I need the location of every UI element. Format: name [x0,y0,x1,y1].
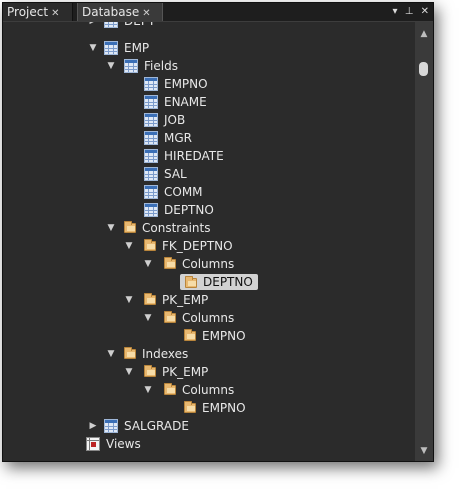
folder-icon [164,257,176,269]
fields-icon [124,59,138,73]
tab-database[interactable]: Database ✕ [77,3,163,21]
expanded-arrow-icon[interactable]: ▼ [142,309,154,327]
dropdown-menu-icon[interactable]: ▾ [392,6,397,17]
tree-field-item[interactable]: DEPTNO [144,201,216,219]
tree-node-pk-columns[interactable]: Columns [164,309,236,327]
collapsed-arrow-icon[interactable]: ▶ [87,22,99,30]
field-icon [144,77,158,91]
tree-field-item[interactable]: EMPNO [144,75,210,93]
expanded-arrow-icon[interactable]: ▼ [123,237,135,255]
tree-field-item[interactable]: SAL [144,165,189,183]
table-icon [104,41,118,55]
table-icon [104,22,118,28]
pin-icon[interactable]: ⊥ [405,6,414,17]
expanded-arrow-icon[interactable]: ▼ [123,291,135,309]
expanded-arrow-icon[interactable]: ▼ [105,345,117,363]
tree-node-fk-column-deptno[interactable]: DEPTNO [180,273,258,291]
expanded-arrow-icon[interactable]: ▼ [142,381,154,399]
tree-field-item[interactable]: MGR [144,129,194,147]
expanded-arrow-icon[interactable]: ▼ [87,39,99,57]
expanded-arrow-icon[interactable]: ▼ [123,363,135,381]
collapsed-arrow-icon[interactable]: ▶ [87,417,99,435]
tree-node-salgrade[interactable]: SALGRADE [104,417,191,435]
tree-node-fields[interactable]: Fields [124,57,180,75]
folder-icon [164,383,176,395]
database-explorer-window: Project✕ Database✕ ▾ ⊥ ✕ ▶ DEPT ▼ EMP ▼ … [2,2,434,462]
scroll-up-icon[interactable]: ▲ [415,26,433,42]
close-panel-icon[interactable]: ✕ [421,6,429,17]
field-icon [144,167,158,181]
expanded-arrow-icon[interactable]: ▼ [105,57,117,75]
tree-node-fk-deptno[interactable]: FK_DEPTNO [144,237,235,255]
field-icon [144,113,158,127]
close-icon[interactable]: ✕ [51,8,59,19]
tree-field-item[interactable]: COMM [144,183,205,201]
folder-icon [184,329,196,341]
selection-highlight: DEPTNO [180,274,258,290]
tab-bar: Project ✕ Database ✕ ▾ ⊥ ✕ [3,3,433,22]
tree-node-index-columns[interactable]: Columns [164,381,236,399]
folder-icon [185,276,197,288]
tab-project-label: Project [7,5,49,19]
tab-project[interactable]: Project ✕ [3,3,73,21]
field-icon [144,95,158,109]
views-icon [86,437,100,451]
folder-icon [144,239,156,251]
tree-node-fk-columns[interactable]: Columns [164,255,236,273]
folder-icon [184,401,196,413]
field-icon [144,203,158,217]
tree-node-views[interactable]: Views [86,435,143,453]
tree-node-pk-column-empno[interactable]: EMPNO [184,327,248,345]
tree-node-emp[interactable]: EMP [104,39,151,57]
folder-icon [164,311,176,323]
tree-node-dept[interactable]: DEPT [104,22,157,30]
vertical-scrollbar[interactable]: ▲ ▼ [415,22,433,461]
tab-database-label: Database [82,5,140,19]
field-icon [144,185,158,199]
tree-node-constraints[interactable]: Constraints [124,219,212,237]
folder-icon [124,347,136,359]
tree-field-item[interactable]: HIREDATE [144,147,226,165]
field-icon [144,149,158,163]
field-icon [144,131,158,145]
tree-node-pk-emp[interactable]: PK_EMP [144,291,210,309]
scroll-thumb[interactable] [419,62,428,76]
tree-field-item[interactable]: JOB [144,111,187,129]
tab-tools: ▾ ⊥ ✕ [388,3,429,21]
close-icon[interactable]: ✕ [142,8,150,19]
folder-icon [144,365,156,377]
tree-node-index-column-empno[interactable]: EMPNO [184,399,248,417]
expanded-arrow-icon[interactable]: ▼ [142,255,154,273]
folder-icon [124,221,136,233]
tree-field-item[interactable]: ENAME [144,93,209,111]
folder-icon [144,293,156,305]
table-icon [104,419,118,433]
expanded-arrow-icon[interactable]: ▼ [105,219,117,237]
scroll-down-icon[interactable]: ▼ [415,443,433,459]
tree-node-index-pk-emp[interactable]: PK_EMP [144,363,210,381]
database-tree: ▶ DEPT ▼ EMP ▼ Fields EMPNO ENAME JOB MG… [3,22,415,461]
tree-node-indexes[interactable]: Indexes [124,345,190,363]
